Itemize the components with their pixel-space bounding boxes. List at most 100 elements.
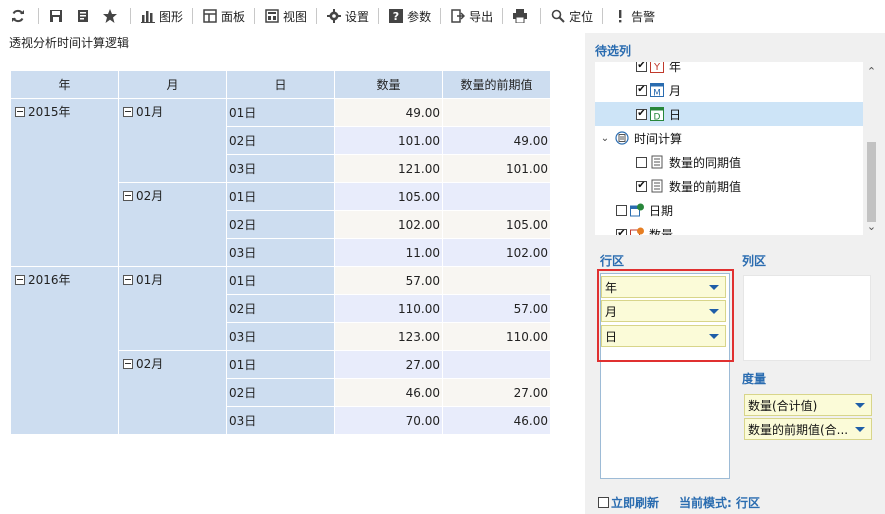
field-label: 时间计算 — [634, 131, 683, 146]
header-quantity[interactable]: 数量 — [334, 70, 443, 99]
field-label: 日 — [669, 107, 682, 122]
quantity-cell: 123.00 — [334, 322, 443, 351]
toolbar-separator — [440, 8, 442, 24]
collapse-toggle-icon[interactable] — [123, 191, 133, 201]
header-day[interactable]: 日 — [226, 70, 335, 99]
field-list-scrollbar[interactable]: ⌃ ⌄ — [863, 62, 880, 235]
toolbar-separator — [130, 8, 131, 24]
checkbox-checked-icon[interactable]: ✔ — [636, 108, 647, 120]
prev-quantity-cell — [442, 98, 551, 127]
field-list-title: 待选列 — [595, 44, 632, 58]
scrollbar-thumb[interactable] — [867, 142, 876, 222]
toolbar-separator — [502, 8, 504, 24]
star-icon — [102, 8, 118, 24]
export-button-label: 导出 — [469, 9, 494, 24]
field-item-partial[interactable]: ✔ 数量 — [595, 222, 863, 235]
field-group-time-calc[interactable]: ⌄ 时间计算 — [595, 126, 863, 150]
checkbox-checked-icon[interactable]: ✔ — [616, 228, 627, 235]
collapse-toggle-icon[interactable] — [15, 107, 25, 117]
dropdown-arrow-icon[interactable] — [855, 427, 865, 432]
prev-quantity-cell — [442, 266, 551, 295]
settings-button[interactable]: 设置 — [322, 4, 373, 28]
month-cell: 01月 — [118, 98, 227, 183]
collapse-toggle-icon[interactable] — [123, 359, 133, 369]
save-as-button[interactable] — [71, 4, 98, 28]
refresh-now-checkbox[interactable] — [598, 497, 609, 508]
export-button[interactable]: 导出 — [446, 4, 497, 28]
field-item-month[interactable]: ✔ M 月 — [595, 78, 863, 102]
header-year[interactable]: 年 — [10, 70, 119, 99]
measure-field-icon — [630, 227, 644, 235]
checkbox-unchecked-icon[interactable] — [616, 204, 627, 216]
svg-text:Y: Y — [653, 62, 661, 73]
scroll-down-icon[interactable]: ⌄ — [863, 217, 880, 235]
panel-button[interactable]: 面板 — [198, 4, 249, 28]
month-label: 01月 — [136, 273, 164, 287]
alert-button[interactable]: 告警 — [608, 4, 659, 28]
current-mode-label: 当前模式: 行区 — [679, 496, 760, 510]
measure-chip-prev-quantity[interactable]: 数量的前期值(合... — [744, 418, 872, 440]
params-button-label: 参数 — [407, 9, 432, 24]
checkbox-checked-icon[interactable]: ✔ — [636, 84, 647, 96]
collapse-toggle-icon[interactable] — [15, 275, 25, 285]
toolbar-separator — [378, 8, 380, 24]
header-month[interactable]: 月 — [118, 70, 227, 99]
field-item-date[interactable]: 日期 — [595, 198, 863, 222]
params-button[interactable]: ? 参数 — [384, 4, 435, 28]
month-label: 02月 — [136, 357, 164, 371]
panel-footer: 立即刷新 当前模式: 行区 — [598, 494, 760, 511]
scroll-up-icon[interactable]: ⌃ — [863, 62, 880, 80]
collapse-toggle-icon[interactable] — [123, 275, 133, 285]
quantity-cell: 110.00 — [334, 294, 443, 323]
chevron-down-icon[interactable]: ⌄ — [599, 133, 611, 144]
field-item-year[interactable]: ✔ Y 年 — [595, 62, 863, 78]
col-zone[interactable] — [743, 275, 871, 361]
toolbar: 图形 面板 视图 设置 ? 参数 导出 定位 告警 — [0, 0, 885, 32]
prev-quantity-cell — [442, 182, 551, 211]
alert-icon — [612, 8, 628, 24]
highlight-box — [597, 269, 734, 362]
day-cell: 03日 — [226, 238, 335, 267]
prev-quantity-cell: 110.00 — [442, 322, 551, 351]
day-cell: 01日 — [226, 182, 335, 211]
header-prev-quantity[interactable]: 数量的前期值 — [442, 70, 551, 99]
toolbar-separator — [316, 8, 318, 24]
month-label: 01月 — [136, 105, 164, 119]
panel-button-label: 面板 — [221, 9, 246, 24]
svg-text:D: D — [654, 113, 661, 122]
toolbar-separator — [602, 8, 604, 24]
collapse-toggle-icon[interactable] — [123, 107, 133, 117]
field-item-prev-period[interactable]: ✔ 数量的前期值 — [595, 174, 863, 198]
chip-label: 数量的前期值(合... — [748, 422, 849, 437]
quantity-cell: 57.00 — [334, 266, 443, 295]
chart-button[interactable]: 图形 — [136, 4, 187, 28]
row-zone-title: 行区 — [600, 254, 625, 268]
quantity-cell: 102.00 — [334, 210, 443, 239]
checkbox-checked-icon[interactable]: ✔ — [636, 180, 647, 192]
save-button[interactable] — [44, 4, 71, 28]
view-button[interactable]: 视图 — [260, 4, 311, 28]
field-item-day[interactable]: ✔ D 日 — [595, 102, 863, 126]
toolbar-separator — [540, 8, 542, 24]
field-label: 数量 — [649, 227, 674, 236]
field-item-same-period[interactable]: 数量的同期值 — [595, 150, 863, 174]
locate-icon — [550, 8, 566, 24]
year-label: 2015年 — [28, 105, 71, 119]
day-cell: 03日 — [226, 406, 335, 435]
favorite-button[interactable] — [98, 4, 125, 28]
prev-quantity-cell: 57.00 — [442, 294, 551, 323]
day-cell: 01日 — [226, 98, 335, 127]
settings-button-label: 设置 — [345, 9, 370, 24]
checkbox-unchecked-icon[interactable] — [636, 156, 647, 168]
checkbox-checked-icon[interactable]: ✔ — [636, 62, 647, 72]
refresh-button[interactable] — [6, 4, 33, 28]
refresh-now-label[interactable]: 立即刷新 — [611, 494, 659, 511]
year-label: 2016年 — [28, 273, 71, 287]
day-cell: 02日 — [226, 210, 335, 239]
measure-chip-quantity[interactable]: 数量(合计值) — [744, 394, 872, 416]
print-button[interactable] — [508, 4, 535, 28]
svg-text:?: ? — [393, 10, 399, 23]
locate-button[interactable]: 定位 — [546, 4, 597, 28]
prev-quantity-cell: 49.00 — [442, 126, 551, 155]
dropdown-arrow-icon[interactable] — [855, 403, 865, 408]
